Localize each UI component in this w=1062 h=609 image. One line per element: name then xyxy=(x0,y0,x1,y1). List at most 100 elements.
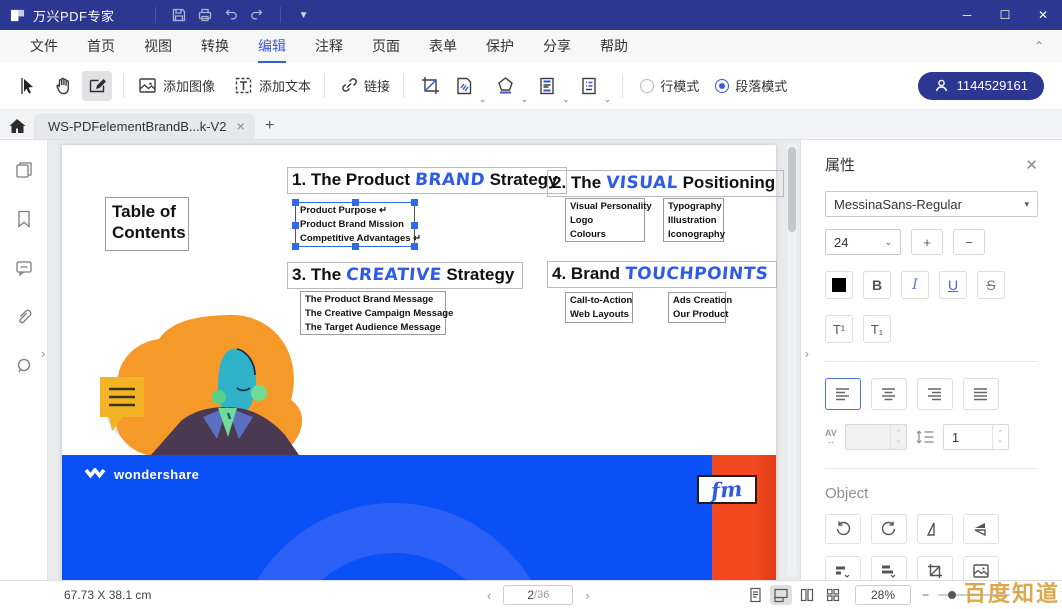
menu-file[interactable]: 文件 xyxy=(30,36,58,56)
crop-icon[interactable] xyxy=(415,71,445,101)
font-size-increase-button[interactable]: + xyxy=(911,229,943,255)
grid-view-icon[interactable] xyxy=(822,585,844,605)
resize-handle-se[interactable] xyxy=(411,243,418,250)
subscript-button[interactable]: T₁ xyxy=(863,315,891,343)
italic-button[interactable]: I xyxy=(901,271,929,299)
user-account-button[interactable]: 1144529161 xyxy=(918,72,1044,100)
zoom-out-icon[interactable]: − xyxy=(922,588,929,602)
comments-panel-icon[interactable] xyxy=(14,258,34,283)
spinner-arrows[interactable]: ⌃ ⌄ xyxy=(992,425,1008,449)
previous-page-icon[interactable]: ‹ xyxy=(487,588,491,603)
font-size-decrease-button[interactable]: − xyxy=(953,229,985,255)
document-viewport[interactable]: Table of Contents 1. The Product BRAND S… xyxy=(48,140,800,580)
next-page-icon[interactable]: › xyxy=(585,588,589,603)
hand-tool-icon[interactable] xyxy=(48,71,78,101)
flip-horizontal-button[interactable] xyxy=(917,514,953,544)
add-image-button[interactable]: 添加图像 xyxy=(137,75,215,96)
line-spacing-input[interactable]: 1 ⌃ ⌄ xyxy=(943,424,1009,450)
zoom-slider-handle[interactable] xyxy=(948,591,956,599)
background-dropdown-caret[interactable]: ⌄ xyxy=(521,94,529,105)
maximize-button[interactable]: ☐ xyxy=(986,0,1024,30)
header-footer-dropdown-caret[interactable]: ⌄ xyxy=(562,94,570,105)
align-justify-button[interactable] xyxy=(963,378,999,410)
flip-vertical-button[interactable] xyxy=(963,514,999,544)
header-footer-icon[interactable] xyxy=(532,71,562,101)
link-button[interactable]: 链接 xyxy=(338,75,390,96)
section1-title-box[interactable]: 1. The Product BRAND Strategy xyxy=(287,167,567,194)
scrollbar-thumb[interactable] xyxy=(788,147,796,232)
menu-edit[interactable]: 编辑 xyxy=(258,36,286,56)
resize-handle-e[interactable] xyxy=(411,222,418,229)
home-tab-icon[interactable] xyxy=(0,113,34,139)
redo-icon[interactable] xyxy=(244,4,270,26)
menu-home[interactable]: 首页 xyxy=(87,36,115,56)
section2-list-box[interactable]: Typography Illustration Iconography xyxy=(663,198,724,242)
ribbon-collapse-icon[interactable]: ⌃ xyxy=(1034,39,1044,53)
strikethrough-button[interactable]: S xyxy=(977,271,1005,299)
add-text-button[interactable]: 添加文本 xyxy=(233,75,311,96)
resize-handle-s[interactable] xyxy=(352,243,359,250)
search-panel-icon[interactable] xyxy=(14,356,34,381)
save-icon[interactable] xyxy=(166,4,192,26)
new-tab-icon[interactable]: + xyxy=(255,113,285,139)
font-size-select[interactable]: 24 ⌄ xyxy=(825,229,901,255)
single-page-view-icon[interactable] xyxy=(744,585,766,605)
menu-comment[interactable]: 注释 xyxy=(315,36,343,56)
bates-dropdown-caret[interactable]: ⌄ xyxy=(604,94,612,105)
watermark-icon[interactable] xyxy=(449,71,479,101)
select-tool-icon[interactable] xyxy=(14,71,44,101)
align-center-button[interactable] xyxy=(871,378,907,410)
undo-icon[interactable] xyxy=(218,4,244,26)
tab-close-icon[interactable]: × xyxy=(236,118,244,134)
close-button[interactable]: ✕ xyxy=(1024,0,1062,30)
minimize-button[interactable]: ─ xyxy=(948,0,986,30)
zoom-level-input[interactable]: 28% xyxy=(855,585,911,605)
section4-list-box[interactable]: Ads Creation Our Product xyxy=(668,292,726,323)
pdf-page[interactable]: Table of Contents 1. The Product BRAND S… xyxy=(62,145,776,580)
menu-help[interactable]: 帮助 xyxy=(600,36,628,56)
page-number-input[interactable]: 2 /36 xyxy=(503,585,573,605)
print-icon[interactable] xyxy=(192,4,218,26)
line-mode-radio-circle[interactable] xyxy=(640,79,654,93)
section4-list-box[interactable]: Call-to-Action Web Layouts xyxy=(565,292,633,323)
underline-button[interactable]: U xyxy=(939,271,967,299)
menu-page[interactable]: 页面 xyxy=(372,36,400,56)
rotate-left-button[interactable] xyxy=(825,514,861,544)
resize-handle-nw[interactable] xyxy=(292,199,299,206)
section2-title-box[interactable]: 2. The VISUAL Positioning xyxy=(547,170,784,197)
selected-text-box[interactable]: Product Purpose ↵ Product Brand Mission … xyxy=(295,202,415,247)
align-right-button[interactable] xyxy=(917,378,953,410)
section2-list-box[interactable]: Visual Personality Logo Colours xyxy=(565,198,645,242)
section4-title-box[interactable]: 4. Brand TOUCHPOINTS xyxy=(547,261,777,288)
resize-handle-n[interactable] xyxy=(352,199,359,206)
menu-convert[interactable]: 转换 xyxy=(201,36,229,56)
edit-tool-icon[interactable] xyxy=(82,71,112,101)
font-family-select[interactable]: MessinaSans-Regular ▾ xyxy=(825,191,1038,217)
superscript-button[interactable]: T¹ xyxy=(825,315,853,343)
resize-handle-sw[interactable] xyxy=(292,243,299,250)
panel-close-icon[interactable]: ✕ xyxy=(1025,156,1038,174)
bookmarks-panel-icon[interactable] xyxy=(15,209,33,234)
bates-numbering-icon[interactable] xyxy=(574,71,604,101)
background-icon[interactable] xyxy=(491,71,521,101)
fit-width-view-icon[interactable] xyxy=(770,585,792,605)
line-mode-radio[interactable]: 行模式 xyxy=(640,76,699,95)
panel-collapse-icon[interactable]: › xyxy=(805,346,809,361)
vertical-scrollbar[interactable] xyxy=(787,142,797,578)
rotate-right-button[interactable] xyxy=(871,514,907,544)
toolbar-customize-dropdown-icon[interactable]: ▼ xyxy=(291,4,317,26)
watermark-dropdown-caret[interactable]: ⌄ xyxy=(479,94,487,105)
font-color-button[interactable] xyxy=(825,271,853,299)
section3-title-box[interactable]: 3. The CREATIVE Strategy xyxy=(287,262,523,289)
toc-title-box[interactable]: Table of Contents xyxy=(105,197,189,251)
paragraph-mode-radio[interactable]: 段落模式 xyxy=(715,76,787,95)
resize-handle-w[interactable] xyxy=(292,222,299,229)
menu-share[interactable]: 分享 xyxy=(543,36,571,56)
resize-handle-ne[interactable] xyxy=(411,199,418,206)
spin-down-icon[interactable]: ⌄ xyxy=(997,437,1003,444)
spin-up-icon[interactable]: ⌃ xyxy=(997,430,1003,437)
bold-button[interactable]: B xyxy=(863,271,891,299)
paragraph-mode-radio-circle[interactable] xyxy=(715,79,729,93)
two-page-view-icon[interactable] xyxy=(796,585,818,605)
menu-form[interactable]: 表单 xyxy=(429,36,457,56)
